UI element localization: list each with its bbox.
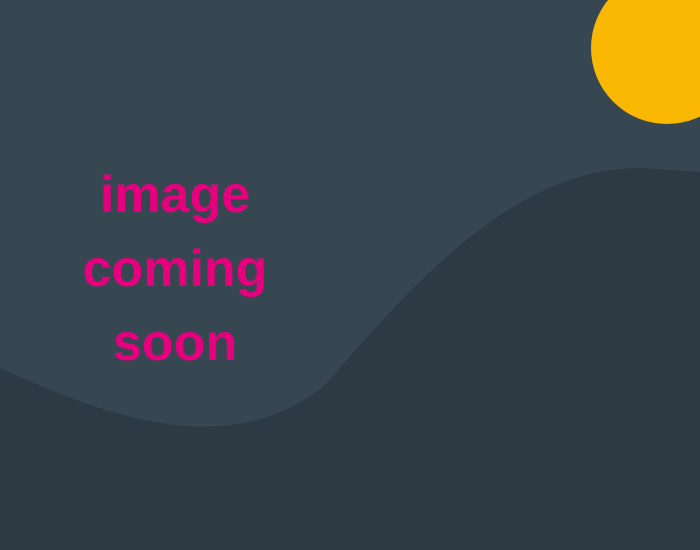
- caption-line-soon: soon: [112, 314, 238, 372]
- image-placeholder: image coming soon: [0, 0, 700, 550]
- caption-line-coming: coming: [82, 240, 268, 298]
- coming-soon-caption: image coming soon: [20, 158, 330, 380]
- caption-line-image: image: [99, 166, 251, 224]
